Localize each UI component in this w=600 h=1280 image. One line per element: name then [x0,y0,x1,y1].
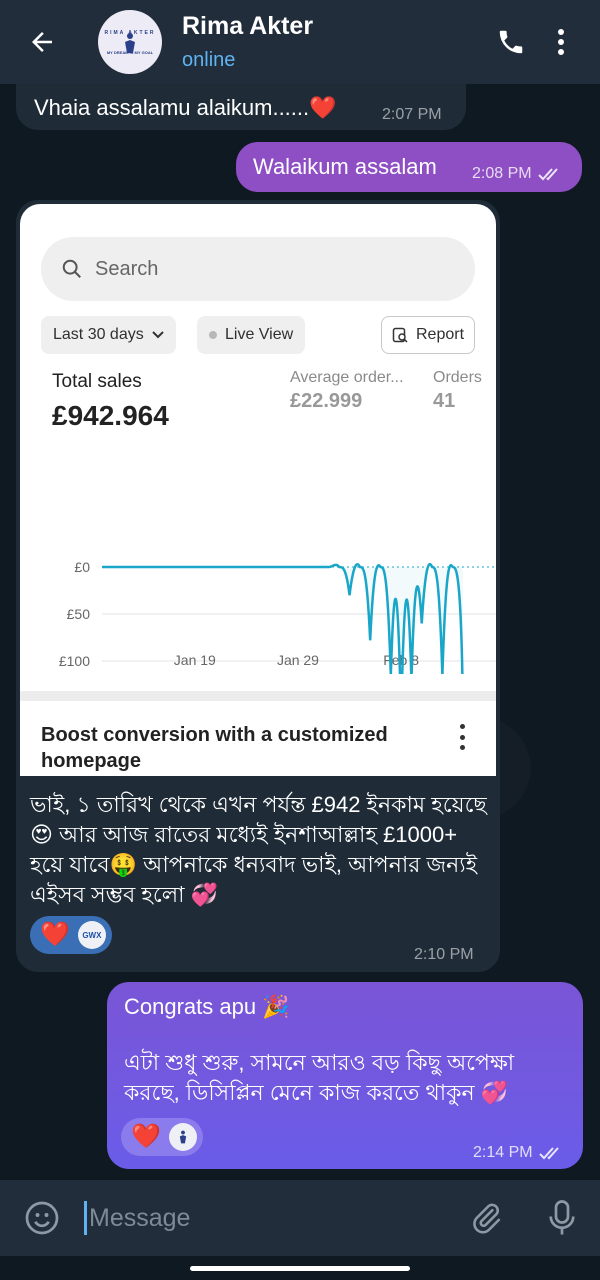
search-placeholder: Search [95,257,159,280]
message-reactions[interactable]: ❤️ GWX [30,916,112,954]
live-dot-icon [209,331,217,339]
avg-order-value: £22.999 [290,390,363,412]
message-time-status: 2:14 PM [473,1144,565,1162]
phone-icon [499,30,523,54]
y-tick-label: £100 [59,653,90,669]
message-time-status: 2:08 PM [472,165,564,183]
message-bubble-outgoing[interactable]: Congrats apu 🎉 এটা শুধু শুরু, সামনে আরও … [107,982,583,1169]
more-options-button[interactable] [536,0,586,84]
section-divider [20,691,496,701]
message-text: Walaikum assalam [253,154,437,179]
screenshot-search-bar: Search [41,237,475,301]
heart-reaction-icon: ❤️ [131,1123,161,1150]
chat-header: RIMA AKTER MY DREAM IS MY GOAL Rima Akte… [0,0,600,84]
more-vertical-icon [558,29,564,55]
message-reactions[interactable]: ❤️ [121,1118,203,1156]
image-caption: ভাই, ১ তারিখ থেকে এখন পর্যন্ত £942 ইনকাম… [30,792,487,907]
person-figure-icon [179,1130,187,1144]
message-text: Vhaia assalamu alaikum......❤️ [34,95,337,120]
double-check-icon [537,168,558,181]
person-figure-icon [125,33,135,53]
total-sales-label: Total sales [52,371,142,392]
message-text-line2: এটা শুধু শুরু, সামনে আরও বড় কিছু অপেক্ষ… [124,1050,515,1105]
back-arrow-icon [32,32,52,52]
search-icon [62,259,81,278]
x-tick-label: Jan 29 [277,652,319,668]
paperclip-icon [473,1203,501,1234]
message-input-bar [0,1180,600,1256]
message-input[interactable] [89,1203,448,1233]
report-icon [392,327,408,343]
avg-order-label: Average order... [290,369,404,386]
microphone-icon [549,1200,575,1235]
sales-line-chart: £150£100£50£0Jan 19Jan 29Feb 8 [59,559,496,674]
live-view-label: Live View [225,326,294,343]
x-tick-label: Jan 19 [174,652,216,668]
y-tick-label: £0 [74,559,90,575]
shared-screenshot-image[interactable]: Search Last 30 days Live View Report Tot… [20,204,496,776]
live-view-chip: Live View [197,316,306,354]
message-time: 2:10 PM [414,946,474,963]
report-chip: Report [381,316,476,354]
message-bubble-incoming[interactable]: Vhaia assalamu alaikum......❤️ 2:07 PM [16,84,466,130]
orders-value: 41 [433,390,456,412]
attach-button[interactable] [448,1201,524,1235]
message-time: 2:14 PM [473,1144,533,1161]
message-time: 2:07 PM [382,106,442,123]
back-button[interactable] [0,0,84,84]
contact-title-block[interactable]: Rima Akter online [182,12,486,72]
double-check-icon [538,1147,559,1160]
reactor-avatar: GWX [77,921,106,949]
date-range-label: Last 30 days [53,326,144,343]
smiley-icon [25,1201,59,1235]
more-vertical-icon [452,724,472,750]
boost-conversion-text: Boost conversion with a customized homep… [41,724,388,772]
chevron-down-icon [152,331,164,339]
reactor-avatar [168,1123,197,1151]
message-time: 2:08 PM [472,165,532,182]
voice-message-button[interactable] [524,1200,600,1236]
home-indicator[interactable] [190,1266,410,1271]
contact-name: Rima Akter [182,12,314,40]
y-tick-label: £50 [67,606,91,622]
message-text-line1: Congrats apu 🎉 [124,994,290,1019]
text-caret [84,1201,87,1235]
total-sales-value: £942.964 [52,400,169,431]
date-range-chip: Last 30 days [41,316,176,354]
message-bubble-outgoing[interactable]: Walaikum assalam 2:08 PM [236,142,582,192]
orders-label: Orders [433,369,482,386]
contact-status: online [182,49,236,71]
emoji-button[interactable] [0,1200,84,1236]
report-label: Report [416,326,465,343]
heart-reaction-icon: ❤️ [40,921,70,948]
contact-avatar[interactable]: RIMA AKTER MY DREAM IS MY GOAL [98,10,162,74]
call-button[interactable] [486,0,536,84]
